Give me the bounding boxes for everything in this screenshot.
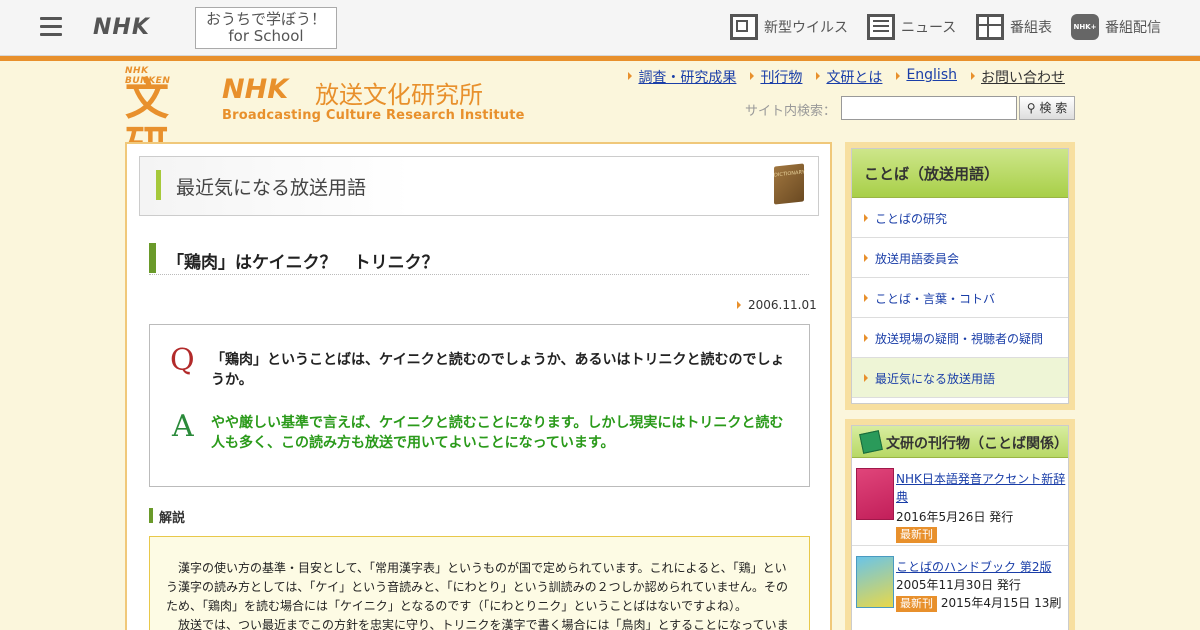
answer-mark-letter: A <box>172 409 194 444</box>
search-input[interactable] <box>841 96 1017 120</box>
latest-badge: 最新刊 <box>896 527 937 543</box>
topnav-news-label: ニュース <box>901 20 957 36</box>
publication-reprint: 2015年4月15日 13刷 <box>940 596 1062 610</box>
header-nav: 調査・研究成果 刊行物 文研とは English お問い合わせ <box>614 67 1065 87</box>
topnav-virus[interactable]: 新型ウイルス <box>730 14 848 40</box>
logo-institute: 放送文化研究所 <box>315 81 483 109</box>
topnav-streaming-label: 番組配信 <box>1105 20 1161 36</box>
publication-item: ことばのハンドブック 第2版 2005年11月30日 発行 最新刊 2015年4… <box>852 546 1068 630</box>
handbook-cover[interactable] <box>856 556 894 608</box>
latest-badge: 最新刊 <box>896 596 937 612</box>
search-label: サイト内検索： <box>745 104 837 119</box>
logo-english: Broadcasting Culture Research Institute <box>222 108 525 123</box>
sidebar-publications: 文研の刊行物（ことば関係） NHK日本語発音アクセント新辞典 2016年5月26… <box>845 419 1075 630</box>
school-line2: for School <box>228 27 304 45</box>
publication-item: NHK日本語発音アクセント新辞典 2016年5月26日 発行 最新刊 <box>852 458 1068 546</box>
topnav-program-guide[interactable]: 番組表 <box>976 14 1052 40</box>
sidebar-kotoba: ことば（放送用語） ことばの研究 放送用語委員会 ことば・言葉・コトバ 放送現場… <box>845 142 1075 410</box>
virus-news-icon <box>730 14 758 40</box>
search-button-label: 検 索 <box>1039 101 1068 115</box>
main-content: 最近気になる放送用語 DICTIONARY 「鶏肉」はケイニク？ トリニク？ 2… <box>125 142 832 630</box>
news-icon <box>867 14 895 40</box>
article-date: 2006.11.01 <box>737 298 817 312</box>
nav-about[interactable]: 文研とは <box>816 67 882 87</box>
question-mark-letter: Q <box>170 343 195 378</box>
dictionary-book-icon: DICTIONARY <box>774 163 805 205</box>
commentary-text: 漢字の使い方の基準・目安として、「常用漢字表」というものが国で定められています。… <box>166 561 789 630</box>
sidebar-publications-panel: 文研の刊行物（ことば関係） NHK日本語発音アクセント新辞典 2016年5月26… <box>851 425 1069 630</box>
nhk-logo[interactable]: NHK <box>93 15 150 40</box>
sidebar-item-kotoba-research[interactable]: ことばの研究 <box>852 198 1068 238</box>
accent-dictionary-cover[interactable] <box>856 468 894 520</box>
nav-english[interactable]: English <box>896 67 957 87</box>
publication-date: 2016年5月26日 発行 <box>896 510 1014 524</box>
article-title-accent <box>149 243 156 273</box>
article-title: 「鶏肉」はケイニク？ トリニク？ <box>149 243 809 275</box>
sidebar-publications-heading-text: 文研の刊行物（ことば関係） <box>886 436 1068 452</box>
header-divider <box>0 56 1200 61</box>
answer-text: やや厳しい基準で言えば、ケイニクと読むことになります。しかし現実にはトリニクと読… <box>211 415 784 451</box>
logo-nhk: NHK <box>222 74 289 105</box>
nhk-plus-icon: NHK+ <box>1071 14 1099 40</box>
section-accent <box>156 170 161 200</box>
sidebar-item-recent-terms[interactable]: 最近気になる放送用語 <box>852 358 1068 398</box>
program-guide-icon <box>976 14 1004 40</box>
search-button[interactable]: ⚲ 検 索 <box>1019 96 1075 120</box>
sidebar-item-questions[interactable]: 放送現場の疑問・視聴者の疑問 <box>852 318 1068 358</box>
sidebar-kotoba-heading: ことば（放送用語） <box>852 149 1068 198</box>
nav-research[interactable]: 調査・研究成果 <box>628 67 736 87</box>
sidebar-item-kotoba-kotoba[interactable]: ことば・言葉・コトバ <box>852 278 1068 318</box>
nav-publications[interactable]: 刊行物 <box>750 67 802 87</box>
topnav-news[interactable]: ニュース <box>867 14 956 40</box>
publication-date: 2005年11月30日 発行 <box>896 578 1021 592</box>
question-text: 「鶏肉」ということばは、ケイニクと読むのでしょうか、あるいはトリニクと読むのでし… <box>211 352 785 388</box>
menu-icon[interactable] <box>40 17 62 37</box>
school-line1: おうちで学ぼう！ <box>205 10 326 28</box>
top-bar: NHK おうちで学ぼう！ for School 新型ウイルス ニュース 番組表 … <box>0 0 1200 56</box>
commentary-box: 漢字の使い方の基準・目安として、「常用漢字表」というものが国で定められています。… <box>149 536 810 630</box>
qa-box: Q 「鶏肉」ということばは、ケイニクと読むのでしょうか、あるいはトリニクと読むの… <box>149 324 810 487</box>
search-icon: ⚲ <box>1026 101 1036 115</box>
publication-book-icon <box>859 430 883 454</box>
publication-title-link[interactable]: ことばのハンドブック 第2版 <box>896 558 1066 576</box>
publication-title-link[interactable]: NHK日本語発音アクセント新辞典 <box>896 470 1066 506</box>
sidebar-kotoba-panel: ことば（放送用語） ことばの研究 放送用語委員会 ことば・言葉・コトバ 放送現場… <box>851 148 1069 404</box>
section-title: 最近気になる放送用語 <box>176 177 367 199</box>
section-header: 最近気になる放送用語 DICTIONARY <box>139 156 819 216</box>
for-school-link[interactable]: おうちで学ぼう！ for School <box>195 7 337 49</box>
commentary-heading: 解説 <box>149 507 185 526</box>
sidebar-item-committee[interactable]: 放送用語委員会 <box>852 238 1068 278</box>
article-title-text: 「鶏肉」はケイニク？ トリニク？ <box>167 253 439 273</box>
nav-contact[interactable]: お問い合わせ <box>971 67 1065 87</box>
topnav-virus-label: 新型ウイルス <box>764 20 848 36</box>
topnav-program-guide-label: 番組表 <box>1010 20 1052 36</box>
sidebar-publications-heading: 文研の刊行物（ことば関係） <box>852 426 1068 458</box>
topnav-streaming[interactable]: NHK+ 番組配信 <box>1071 14 1161 40</box>
